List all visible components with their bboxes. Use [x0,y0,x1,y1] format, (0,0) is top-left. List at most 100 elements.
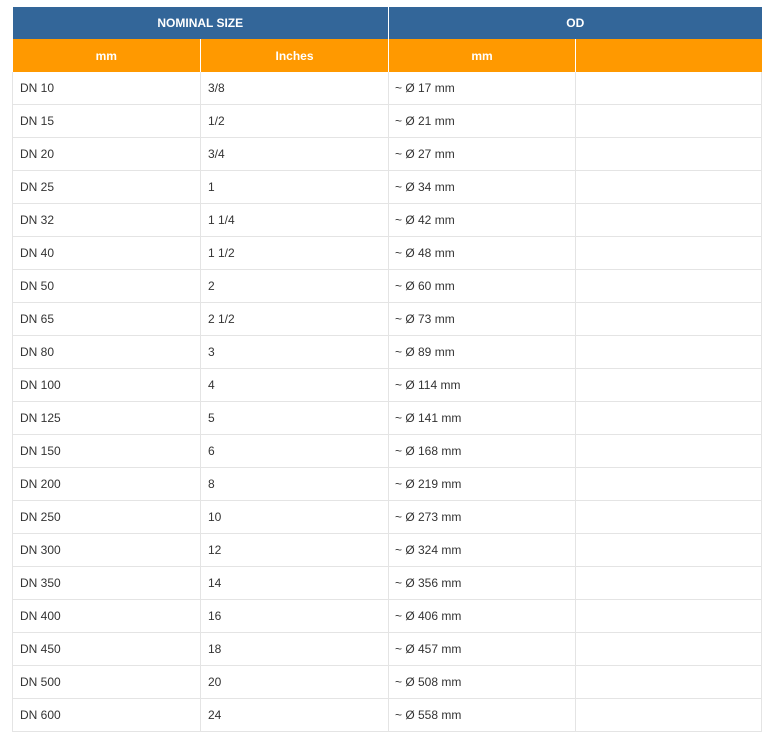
cell-empty [575,269,762,303]
cell-empty [575,401,762,435]
table-body: DN 10 3/8 ~ Ø 17 mm DN 15 1/2 ~ Ø 21 mm DN 20 3… [12,72,762,732]
cell-dn: DN 450 [12,632,201,666]
cell-empty [575,137,762,171]
pipe-size-table-container: NOMINAL SIZE OD mm Inches mm DN 10 3/8 ~ Ø… [12,7,762,732]
cell-od: ~ Ø 73 mm [388,302,576,336]
cell-od: ~ Ø 27 mm [388,137,576,171]
subheader-empty [575,39,762,72]
cell-dn: DN 400 [12,599,201,633]
cell-od: ~ Ø 141 mm [388,401,576,435]
pipe-size-table: NOMINAL SIZE OD mm Inches mm DN 10 3/8 ~ Ø… [12,7,762,732]
cell-od: ~ Ø 60 mm [388,269,576,303]
cell-empty [575,335,762,369]
cell-inches: 14 [200,566,389,600]
header-unit-row: mm Inches mm [12,39,762,72]
cell-dn: DN 80 [12,335,201,369]
cell-inches: 24 [200,698,389,732]
cell-empty [575,434,762,468]
cell-od: ~ Ø 219 mm [388,467,576,501]
table-header: NOMINAL SIZE OD mm Inches mm [12,7,762,72]
cell-inches: 16 [200,599,389,633]
cell-od: ~ Ø 42 mm [388,203,576,237]
cell-dn: DN 25 [12,170,201,204]
cell-inches: 20 [200,665,389,699]
table-row: DN 350 14 ~ Ø 356 mm [12,566,762,600]
cell-empty [575,72,762,105]
cell-inches: 1/2 [200,104,389,138]
cell-empty [575,368,762,402]
cell-dn: DN 10 [12,72,201,105]
cell-dn: DN 65 [12,302,201,336]
table-row: DN 400 16 ~ Ø 406 mm [12,599,762,633]
cell-inches: 3/8 [200,72,389,105]
table-row: DN 600 24 ~ Ø 558 mm [12,698,762,732]
table-row: DN 65 2 1/2 ~ Ø 73 mm [12,302,762,336]
table-row: DN 80 3 ~ Ø 89 mm [12,335,762,369]
cell-dn: DN 32 [12,203,201,237]
cell-od: ~ Ø 89 mm [388,335,576,369]
cell-dn: DN 125 [12,401,201,435]
cell-od: ~ Ø 114 mm [388,368,576,402]
cell-inches: 2 [200,269,389,303]
cell-od: ~ Ø 34 mm [388,170,576,204]
table-row: DN 20 3/4 ~ Ø 27 mm [12,137,762,171]
cell-inches: 1 1/4 [200,203,389,237]
cell-inches: 3 [200,335,389,369]
cell-inches: 1 [200,170,389,204]
table-row: DN 10 3/8 ~ Ø 17 mm [12,72,762,105]
cell-inches: 6 [200,434,389,468]
cell-od: ~ Ø 17 mm [388,72,576,105]
cell-empty [575,236,762,270]
cell-dn: DN 500 [12,665,201,699]
cell-od: ~ Ø 273 mm [388,500,576,534]
table-row: DN 100 4 ~ Ø 114 mm [12,368,762,402]
table-row: DN 500 20 ~ Ø 508 mm [12,665,762,699]
cell-inches: 8 [200,467,389,501]
cell-empty [575,632,762,666]
cell-empty [575,170,762,204]
cell-inches: 18 [200,632,389,666]
table-row: DN 150 6 ~ Ø 168 mm [12,434,762,468]
subheader-od-mm: mm [388,39,576,72]
cell-dn: DN 300 [12,533,201,567]
table-row: DN 50 2 ~ Ø 60 mm [12,269,762,303]
table-row: DN 125 5 ~ Ø 141 mm [12,401,762,435]
cell-od: ~ Ø 21 mm [388,104,576,138]
header-od: OD [388,7,762,39]
cell-empty [575,599,762,633]
cell-dn: DN 50 [12,269,201,303]
cell-od: ~ Ø 324 mm [388,533,576,567]
cell-empty [575,665,762,699]
cell-empty [575,533,762,567]
header-nominal-size: NOMINAL SIZE [12,7,389,39]
cell-od: ~ Ø 48 mm [388,236,576,270]
cell-od: ~ Ø 406 mm [388,599,576,633]
subheader-inches: Inches [200,39,389,72]
table-row: DN 200 8 ~ Ø 219 mm [12,467,762,501]
cell-dn: DN 100 [12,368,201,402]
cell-od: ~ Ø 168 mm [388,434,576,468]
cell-od: ~ Ø 558 mm [388,698,576,732]
cell-inches: 10 [200,500,389,534]
cell-dn: DN 150 [12,434,201,468]
cell-empty [575,467,762,501]
table-row: DN 450 18 ~ Ø 457 mm [12,632,762,666]
cell-empty [575,302,762,336]
table-row: DN 15 1/2 ~ Ø 21 mm [12,104,762,138]
table-row: DN 300 12 ~ Ø 324 mm [12,533,762,567]
table-row: DN 40 1 1/2 ~ Ø 48 mm [12,236,762,270]
cell-inches: 4 [200,368,389,402]
cell-dn: DN 600 [12,698,201,732]
cell-dn: DN 200 [12,467,201,501]
cell-dn: DN 350 [12,566,201,600]
cell-od: ~ Ø 508 mm [388,665,576,699]
cell-inches: 5 [200,401,389,435]
cell-dn: DN 40 [12,236,201,270]
table-row: DN 250 10 ~ Ø 273 mm [12,500,762,534]
cell-empty [575,104,762,138]
cell-dn: DN 250 [12,500,201,534]
cell-od: ~ Ø 356 mm [388,566,576,600]
table-row: DN 25 1 ~ Ø 34 mm [12,170,762,204]
cell-inches: 2 1/2 [200,302,389,336]
cell-inches: 12 [200,533,389,567]
